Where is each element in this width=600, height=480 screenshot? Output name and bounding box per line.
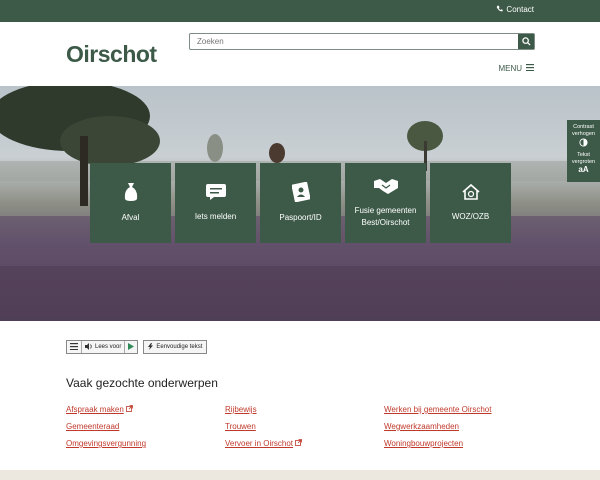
readspeaker-widget: Lees voor bbox=[66, 340, 139, 354]
tile-label: Iets melden bbox=[194, 212, 237, 221]
footer-strip bbox=[0, 470, 600, 480]
link-omgevingsvergunning[interactable]: Omgevingsvergunning bbox=[66, 439, 146, 448]
link-label: Afspraak maken bbox=[66, 405, 124, 414]
play-icon bbox=[128, 342, 135, 352]
chat-icon bbox=[205, 183, 227, 211]
link-label: Rijbewijs bbox=[225, 405, 257, 414]
link-afspraak-maken[interactable]: Afspraak maken bbox=[66, 405, 133, 414]
link-label: Vervoer in Oirschot bbox=[225, 439, 294, 448]
link-gemeenteraad[interactable]: Gemeenteraad bbox=[66, 422, 119, 431]
quick-tiles: Afval Iets melden Paspoort/ID Fusie geme… bbox=[90, 163, 511, 243]
link-label: Trouwen bbox=[225, 422, 256, 431]
search-icon bbox=[521, 33, 531, 51]
textsize-icon: aA bbox=[578, 165, 589, 174]
external-link-icon bbox=[295, 439, 302, 448]
contact-link[interactable]: Contact bbox=[496, 5, 534, 14]
read-aloud-label: Lees voor bbox=[95, 344, 122, 350]
popular-topics-title: Vaak gezochte onderwerpen bbox=[66, 376, 218, 390]
tile-woz[interactable]: WOZ/OZB bbox=[430, 163, 511, 243]
readspeaker-menu-button[interactable] bbox=[67, 341, 82, 353]
tile-label: Afval bbox=[121, 213, 140, 222]
hamburger-icon bbox=[526, 64, 534, 73]
contrast-label: Contrast verhogen bbox=[572, 124, 595, 137]
search-bar bbox=[189, 33, 535, 50]
simple-text-button[interactable]: Eenvoudige tekst bbox=[143, 340, 208, 354]
tile-label: Paspoort/ID bbox=[279, 213, 322, 222]
play-button[interactable] bbox=[125, 341, 137, 353]
simple-text-label: Eenvoudige tekst bbox=[156, 344, 203, 350]
accessibility-panel: Contrast verhogen Tekst vergroten aA bbox=[567, 120, 600, 182]
link-trouwen[interactable]: Trouwen bbox=[225, 422, 256, 431]
contact-label: Contact bbox=[506, 5, 534, 14]
readspeaker-bar: Lees voor Eenvoudige tekst bbox=[66, 340, 208, 354]
link-label: Wegwerkzaamheden bbox=[384, 422, 460, 431]
tile-fusie[interactable]: Fusie gemeenten Best/Oirschot bbox=[345, 163, 426, 243]
link-label: Woningbouwprojecten bbox=[384, 439, 464, 448]
link-werken-bij[interactable]: Werken bij gemeente Oirschot bbox=[384, 405, 491, 414]
site-header: Oirschot MENU bbox=[0, 22, 600, 86]
link-wegwerkzaamheden[interactable]: Wegwerkzaamheden bbox=[384, 422, 459, 431]
tile-afval[interactable]: Afval bbox=[90, 163, 171, 243]
hero-banner: Afval Iets melden Paspoort/ID Fusie geme… bbox=[0, 86, 600, 321]
house-euro-icon bbox=[461, 183, 481, 211]
search-input[interactable] bbox=[190, 34, 518, 49]
menu-button[interactable]: MENU bbox=[498, 64, 534, 73]
phone-icon bbox=[496, 5, 504, 14]
list-icon bbox=[70, 342, 78, 352]
link-label: Gemeenteraad bbox=[66, 422, 120, 431]
read-aloud-button[interactable]: Lees voor bbox=[82, 341, 126, 353]
textsize-label: Tekst vergroten bbox=[571, 152, 596, 165]
textsize-toggle[interactable]: Tekst vergroten aA bbox=[567, 152, 600, 174]
tile-paspoort[interactable]: Paspoort/ID bbox=[260, 163, 341, 243]
top-bar: Contact bbox=[0, 0, 600, 22]
link-label: Werken bij gemeente Oirschot bbox=[384, 405, 492, 414]
contrast-icon bbox=[579, 138, 588, 149]
site-logo[interactable]: Oirschot bbox=[66, 41, 157, 68]
tile-iets-melden[interactable]: Iets melden bbox=[175, 163, 256, 243]
id-card-icon bbox=[290, 181, 311, 212]
bag-icon bbox=[123, 182, 139, 212]
external-link-icon bbox=[125, 405, 133, 414]
speaker-icon bbox=[85, 342, 93, 352]
search-button[interactable] bbox=[518, 34, 534, 49]
link-rijbewijs[interactable]: Rijbewijs bbox=[225, 405, 257, 414]
tile-label: WOZ/OZB bbox=[451, 212, 490, 221]
link-label: Omgevingsvergunning bbox=[66, 439, 147, 448]
link-vervoer[interactable]: Vervoer in Oirschot bbox=[225, 439, 302, 448]
menu-label: MENU bbox=[498, 64, 522, 73]
lightning-icon bbox=[148, 342, 154, 352]
tile-label: Fusie gemeenten Best/Oirschot bbox=[354, 206, 417, 227]
handshake-icon bbox=[373, 177, 399, 205]
contrast-toggle[interactable]: Contrast verhogen bbox=[567, 124, 600, 150]
link-woningbouwprojecten[interactable]: Woningbouwprojecten bbox=[384, 439, 463, 448]
